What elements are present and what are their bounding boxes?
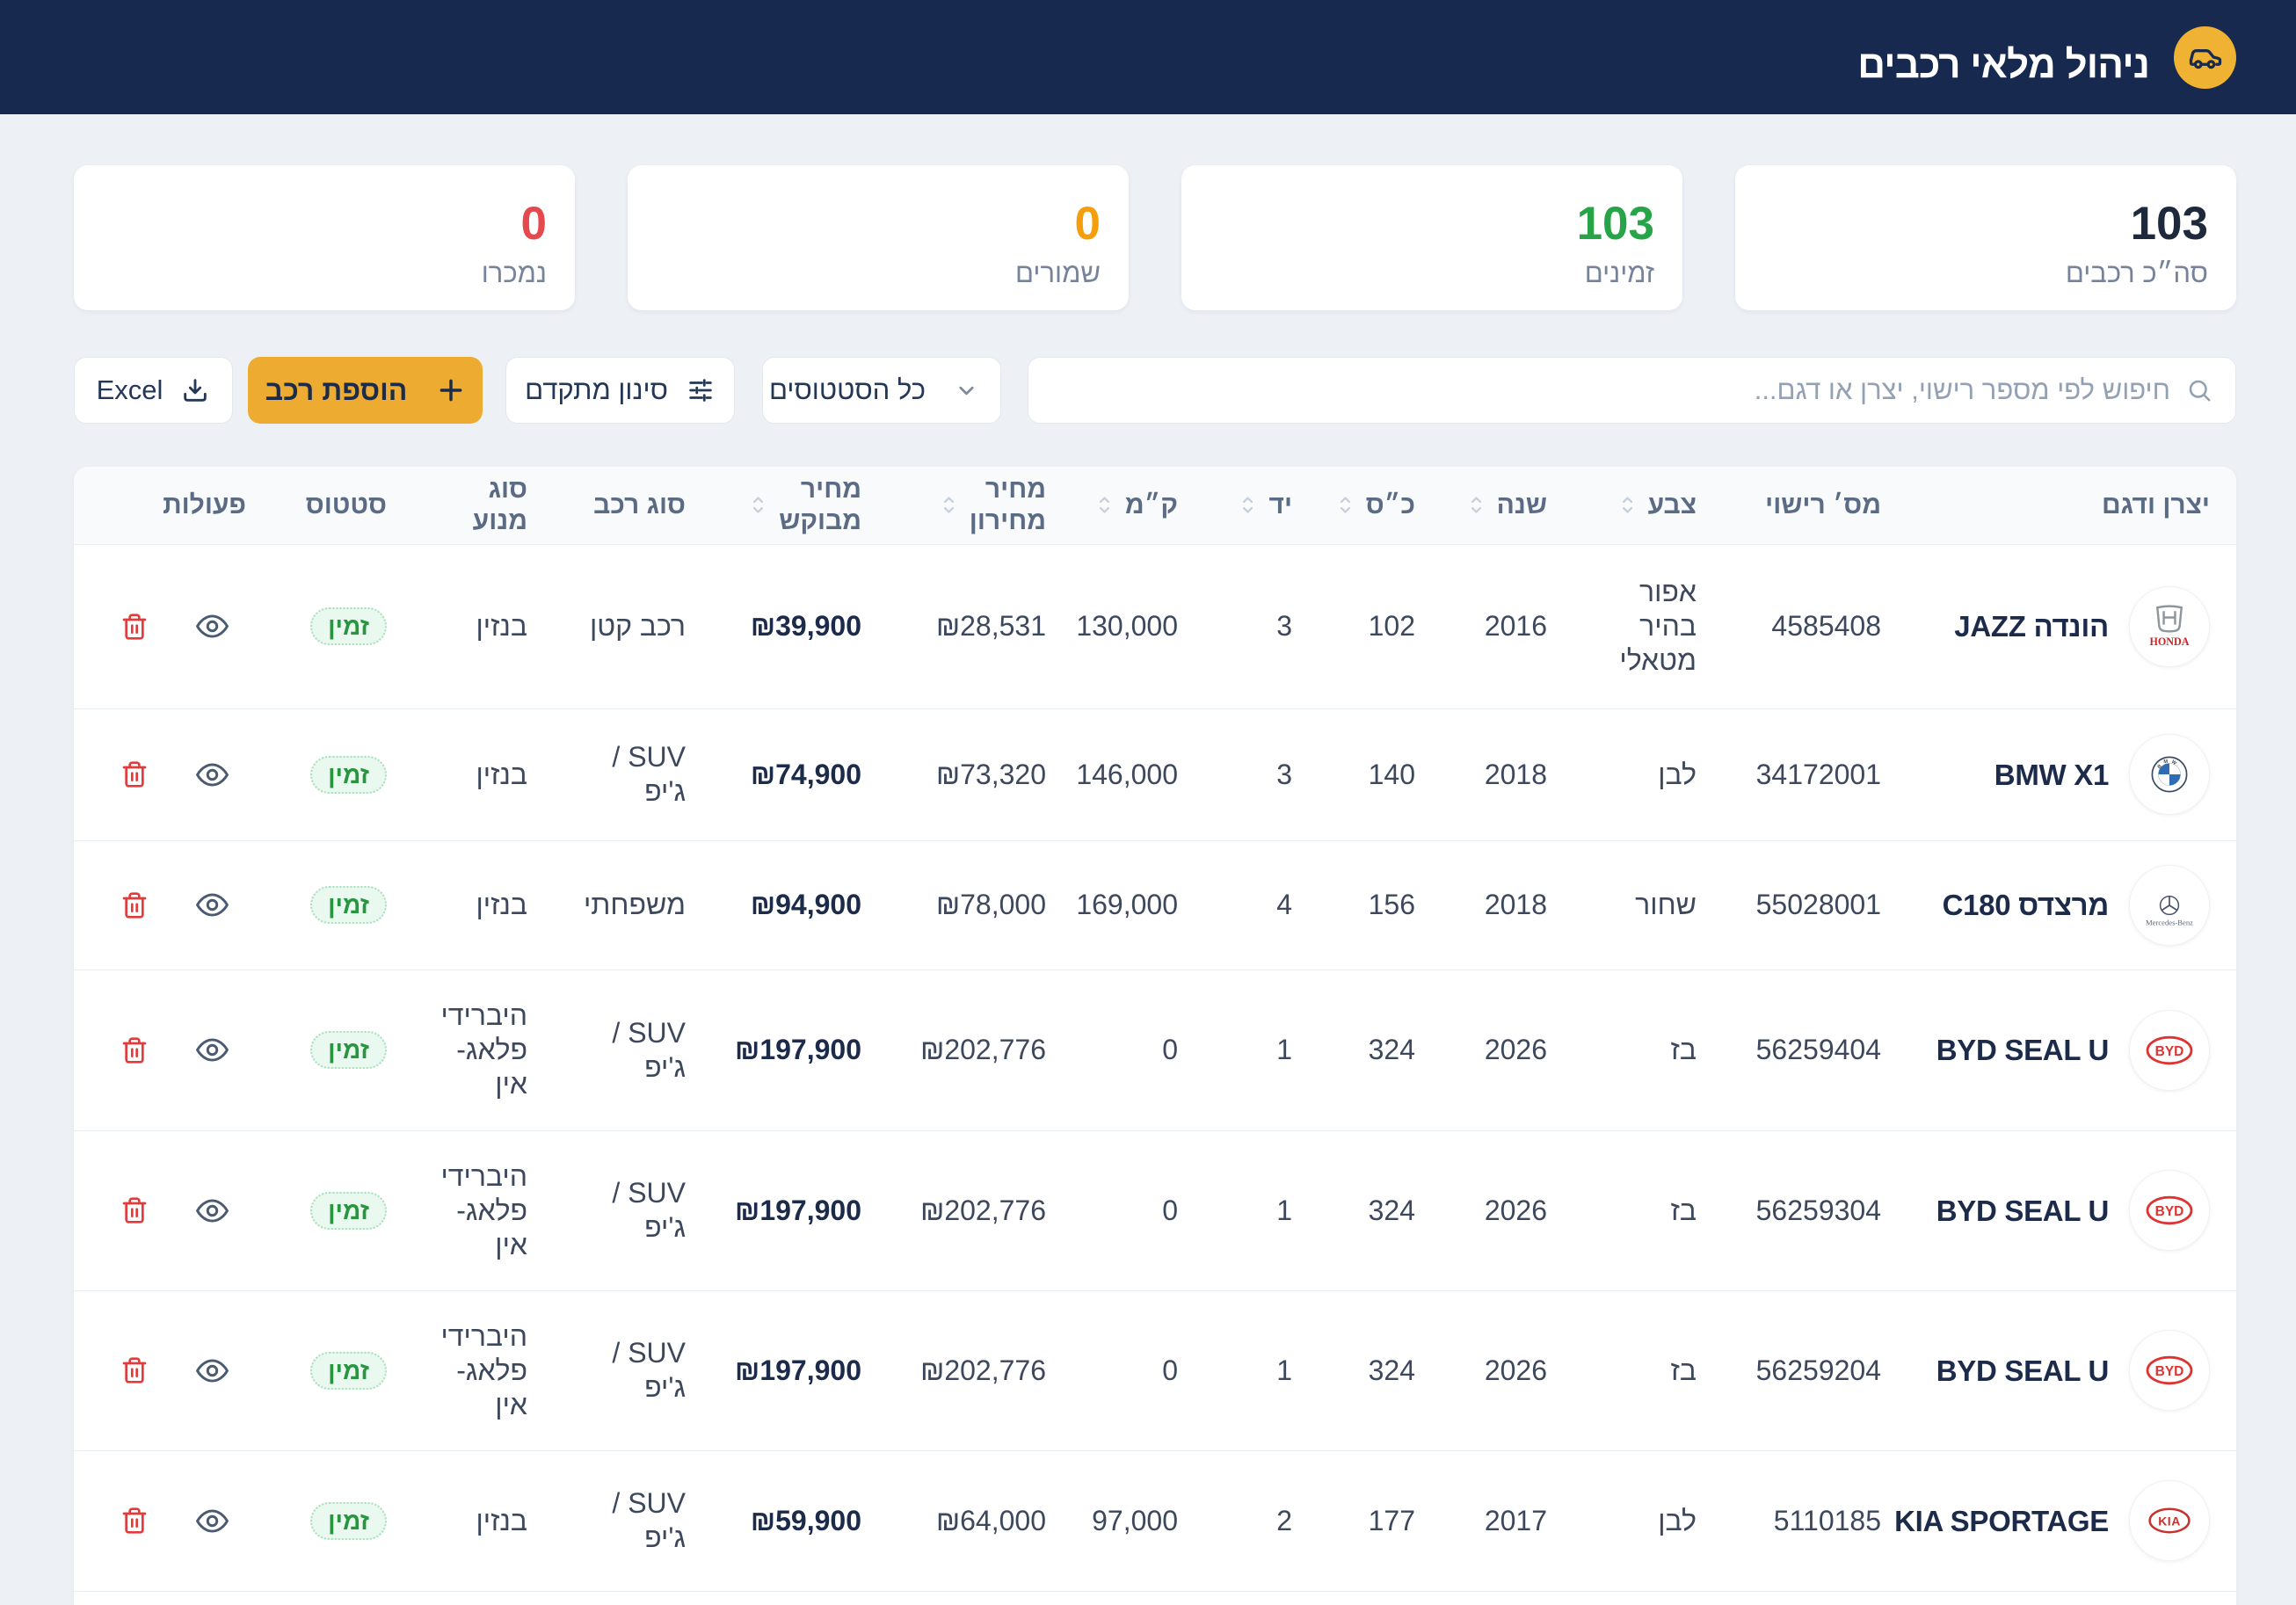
svg-text:BYD: BYD — [2155, 1204, 2184, 1219]
svg-text:KIA: KIA — [2158, 1514, 2181, 1529]
svg-text:BYD: BYD — [2155, 1364, 2184, 1379]
svg-text:BYD: BYD — [2155, 1044, 2184, 1059]
svg-text:HONDA: HONDA — [2150, 635, 2190, 647]
svg-text:Mercedes-Benz: Mercedes-Benz — [2146, 918, 2193, 926]
svg-text:M: M — [2163, 759, 2168, 765]
